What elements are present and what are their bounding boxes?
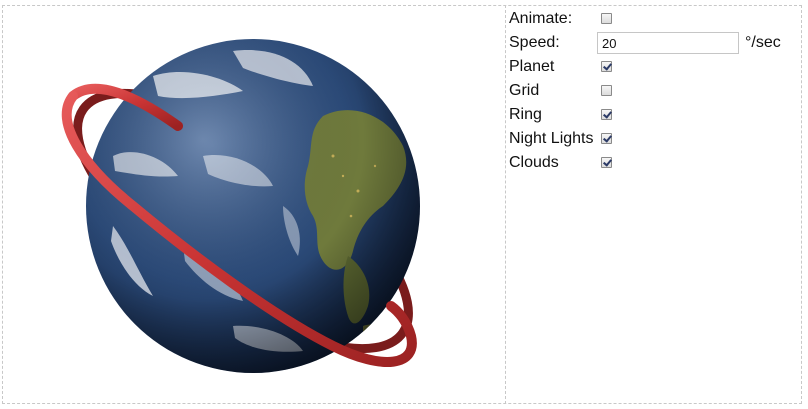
planet-row: Planet xyxy=(509,56,799,80)
clouds-checkbox[interactable] xyxy=(601,157,612,168)
speed-label: Speed: xyxy=(509,34,560,51)
clouds-label: Clouds xyxy=(509,154,559,171)
ring-label: Ring xyxy=(509,106,542,123)
animate-row: Animate: xyxy=(509,8,799,32)
3d-viewport[interactable] xyxy=(3,6,504,403)
animate-checkbox[interactable] xyxy=(601,13,612,24)
animate-label: Animate: xyxy=(509,10,573,27)
planet-checkbox[interactable] xyxy=(601,61,612,72)
speed-unit: °/sec xyxy=(745,34,781,51)
night-lights-checkbox[interactable] xyxy=(601,133,612,144)
panel-divider xyxy=(505,5,506,404)
grid-row: Grid xyxy=(509,80,799,104)
ring-checkbox[interactable] xyxy=(601,109,612,120)
ring-row: Ring xyxy=(509,104,799,128)
night-lights-row: Night Lights xyxy=(509,128,799,152)
controls-panel: Animate: Speed: °/sec Planet Grid Ring N… xyxy=(509,8,799,176)
clouds-row: Clouds xyxy=(509,152,799,176)
speed-row: Speed: °/sec xyxy=(509,32,799,56)
planet-label: Planet xyxy=(509,58,555,75)
grid-label: Grid xyxy=(509,82,540,99)
grid-checkbox[interactable] xyxy=(601,85,612,96)
planet-render[interactable] xyxy=(3,6,504,403)
night-lights-label: Night Lights xyxy=(509,130,594,147)
speed-input[interactable] xyxy=(597,32,739,54)
